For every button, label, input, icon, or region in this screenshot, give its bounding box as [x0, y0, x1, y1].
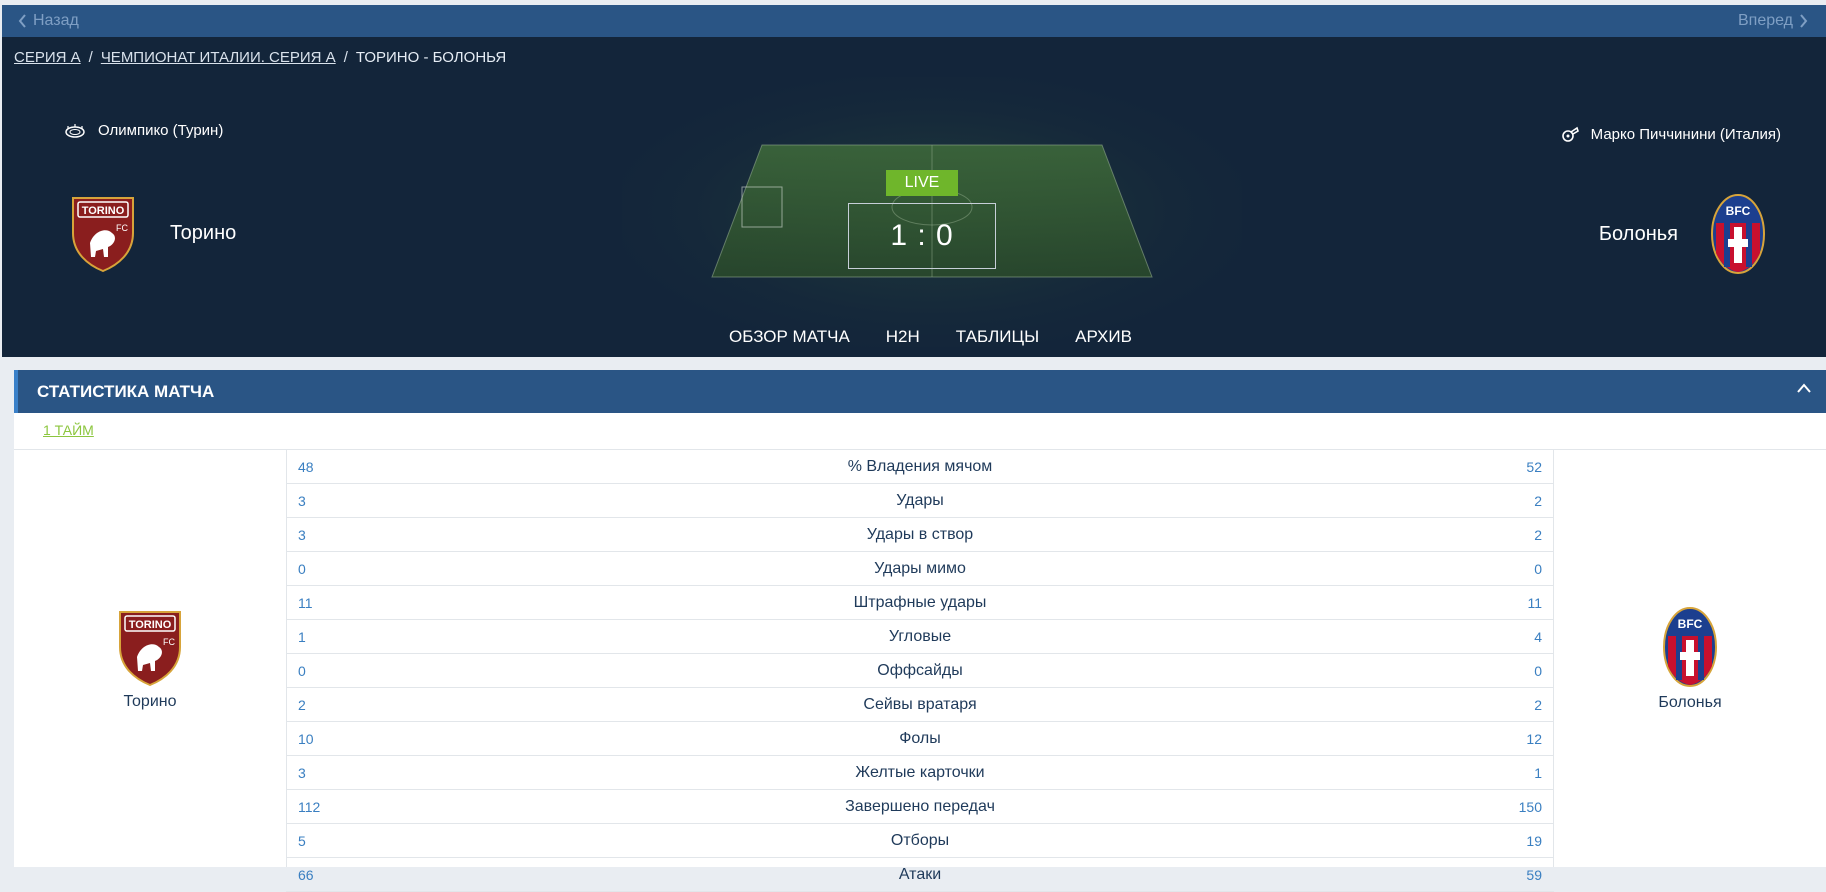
torino-crest-icon: TORINO FC [119, 610, 181, 686]
breadcrumb-championship[interactable]: ЧЕМПИОНАТ ИТАЛИИ. СЕРИЯ А [101, 49, 336, 66]
tab-tables[interactable]: ТАБЛИЦЫ [956, 327, 1039, 347]
stat-away-value: 59 [1526, 866, 1542, 883]
venue-name: Олимпико (Турин) [98, 122, 224, 139]
match-stats-panel: СТАТИСТИКА МАТЧА 1 ТАЙМ TORINO FC Торино… [14, 370, 1826, 892]
svg-text:FC: FC [116, 223, 128, 233]
stat-row: 5 Отборы 19 [286, 824, 1554, 858]
referee-name: Марко Пиччинини (Италия) [1590, 125, 1781, 143]
stat-label: Завершено передач [845, 797, 995, 815]
home-team-name: Торино [123, 692, 177, 710]
stat-row: 2 Сейвы вратаря 2 [286, 688, 1554, 722]
stat-row: 10 Фолы 12 [286, 722, 1554, 756]
stat-row: 3 Удары 2 [286, 484, 1554, 518]
breadcrumb-current-match: ТОРИНО - БОЛОНЬЯ [355, 49, 507, 66]
referee-info: Марко Пиччинини (Италия) [1561, 125, 1781, 143]
away-team-name: Болонья [1598, 222, 1678, 245]
stat-row: 112 Завершено передач 150 [286, 790, 1554, 824]
stat-label: Атаки [898, 865, 942, 883]
chevron-up-icon[interactable] [1796, 382, 1812, 394]
stat-away-value: 150 [1518, 798, 1542, 815]
home-team[interactable]: TORINO FC Торино [68, 193, 236, 273]
away-team-name: Болонья [1658, 693, 1722, 711]
period-first-half-link[interactable]: 1 ТАЙМ [43, 422, 94, 438]
stat-label: Отборы [890, 831, 950, 849]
stat-away-value: 19 [1526, 832, 1542, 849]
stat-label: Фолы [899, 729, 941, 747]
svg-text:TORINO: TORINO [82, 205, 125, 217]
stat-away-value: 2 [1534, 696, 1542, 713]
breadcrumb-separator: / [88, 49, 93, 66]
match-tabs: ОБЗОР МАТЧА H2H ТАБЛИЦЫ АРХИВ [729, 327, 1132, 347]
tab-overview[interactable]: ОБЗОР МАТЧА [729, 327, 850, 347]
match-score: 1 : 0 [848, 203, 996, 269]
chevron-left-icon [18, 14, 26, 28]
stats-panel-header[interactable]: СТАТИСТИКА МАТЧА [14, 370, 1826, 413]
forward-label: Вперед [1737, 12, 1793, 29]
stat-row: 1 Угловые 4 [286, 620, 1554, 654]
stat-label: Удары [896, 491, 944, 509]
stat-label: % Владения мячом [847, 457, 993, 475]
breadcrumb: СЕРИЯ А / ЧЕМПИОНАТ ИТАЛИИ. СЕРИЯ А / ТО… [14, 49, 506, 66]
stats-table: 48% Владения мячом 52 3 Удары 2 3 Удары в ст… [286, 450, 1554, 892]
stat-away-value: 0 [1534, 662, 1542, 679]
stat-row: 0 Удары мимо 0 [286, 552, 1554, 586]
svg-text:TORINO: TORINO [129, 619, 172, 631]
stat-label: Угловые [888, 627, 952, 645]
home-team-name: Торино [170, 221, 237, 244]
stat-row: 3 Удары в створ 2 [286, 518, 1554, 552]
stat-row: 66 Атаки 59 [286, 858, 1554, 892]
stat-label: Удары мимо [874, 559, 966, 577]
stat-label: Желтые карточки [855, 763, 985, 781]
stat-away-value: 52 [1526, 458, 1542, 475]
stat-away-value: 0 [1534, 560, 1542, 577]
back-link[interactable]: Назад [18, 12, 79, 30]
chevron-right-icon [1800, 14, 1808, 28]
stat-label: Оффсайды [877, 661, 963, 679]
torino-crest-icon: TORINO FC [72, 197, 134, 273]
svg-text:BFC: BFC [1678, 617, 1703, 631]
stat-away-value: 4 [1534, 628, 1542, 645]
forward-link[interactable]: Вперед [1738, 12, 1808, 30]
svg-text:FC: FC [163, 637, 175, 647]
stat-label: Удары в створ [866, 525, 974, 543]
stat-away-value: 12 [1526, 730, 1542, 747]
stat-row: 3 Желтые карточки 1 [286, 756, 1554, 790]
stat-label: Штрафные удары [853, 593, 987, 611]
away-team[interactable]: Болонья BFC [1599, 193, 1766, 275]
stats-panel-title: СТАТИСТИКА МАТЧА [37, 382, 215, 401]
breadcrumb-serie-a[interactable]: СЕРИЯ А [14, 49, 81, 66]
top-nav-bar: Назад Вперед [2, 5, 1826, 37]
stat-away-value: 1 [1534, 764, 1542, 781]
breadcrumb-separator: / [343, 49, 348, 66]
stat-away-value: 2 [1534, 526, 1542, 543]
venue-info: Олимпико (Турин) [64, 122, 223, 139]
tab-h2h[interactable]: H2H [886, 327, 920, 347]
whistle-icon [1561, 126, 1579, 142]
stat-row: 11 Штрафные удары 11 [286, 586, 1554, 620]
stat-away-value: 2 [1534, 492, 1542, 509]
live-badge: LIVE [886, 170, 958, 196]
away-team-summary: BFC Болонья [1554, 450, 1826, 867]
bologna-crest-icon: BFC [1711, 194, 1765, 274]
stat-away-value: 11 [1527, 594, 1542, 611]
tab-archive[interactable]: АРХИВ [1075, 327, 1132, 347]
stat-row: 0 Оффсайды 0 [286, 654, 1554, 688]
stadium-icon [65, 123, 85, 138]
back-label: Назад [33, 12, 79, 29]
bologna-crest-icon: BFC [1663, 606, 1717, 687]
home-team-summary: TORINO FC Торино [14, 450, 286, 867]
svg-text:BFC: BFC [1726, 204, 1751, 218]
match-hero: СЕРИЯ А / ЧЕМПИОНАТ ИТАЛИИ. СЕРИЯ А / ТО… [2, 37, 1826, 357]
stat-label: Сейвы вратаря [863, 695, 977, 713]
stat-row: 48% Владения мячом 52 [286, 450, 1554, 484]
